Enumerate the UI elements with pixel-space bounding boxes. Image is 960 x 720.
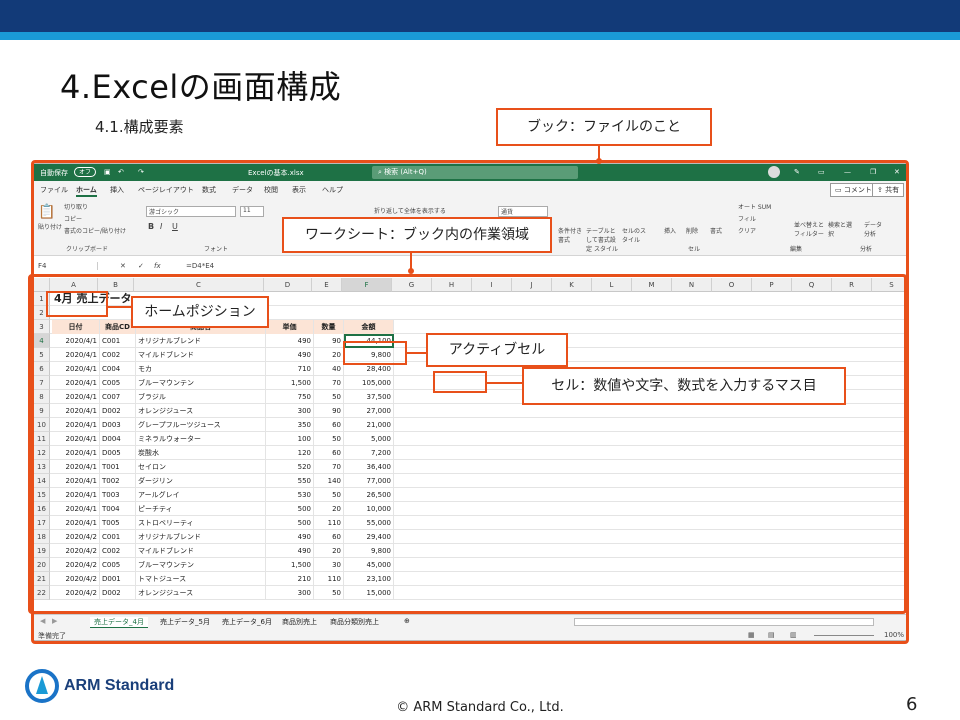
callout-home-connector xyxy=(108,306,132,308)
header-band xyxy=(0,0,960,32)
page-number: 6 xyxy=(906,694,918,715)
callout-home-position: ホームポジション xyxy=(131,296,269,328)
callout-cell-connector xyxy=(487,382,523,384)
slide-title: 4.Excelの画面構成 xyxy=(60,68,342,106)
logo-mark-icon xyxy=(25,669,59,703)
home-position-highlight xyxy=(46,291,108,317)
logo-text: ARM Standard xyxy=(64,677,175,694)
callout-book: ブック：ファイルのこと xyxy=(496,108,712,146)
callout-worksheet: ワークシート：ブック内の作業領域 xyxy=(282,217,552,253)
cell-highlight xyxy=(433,371,487,393)
slide-subtitle: 4.1.構成要素 xyxy=(95,118,184,136)
copyright: © ARM Standard Co., Ltd. xyxy=(396,700,564,715)
callout-active-cell: アクティブセル xyxy=(426,333,568,367)
header-accent-band xyxy=(0,32,960,40)
active-cell-highlight xyxy=(343,341,407,365)
callout-active-connector xyxy=(407,352,427,354)
callout-cell: セル：数値や文字、数式を入力するマス目 xyxy=(522,367,846,405)
